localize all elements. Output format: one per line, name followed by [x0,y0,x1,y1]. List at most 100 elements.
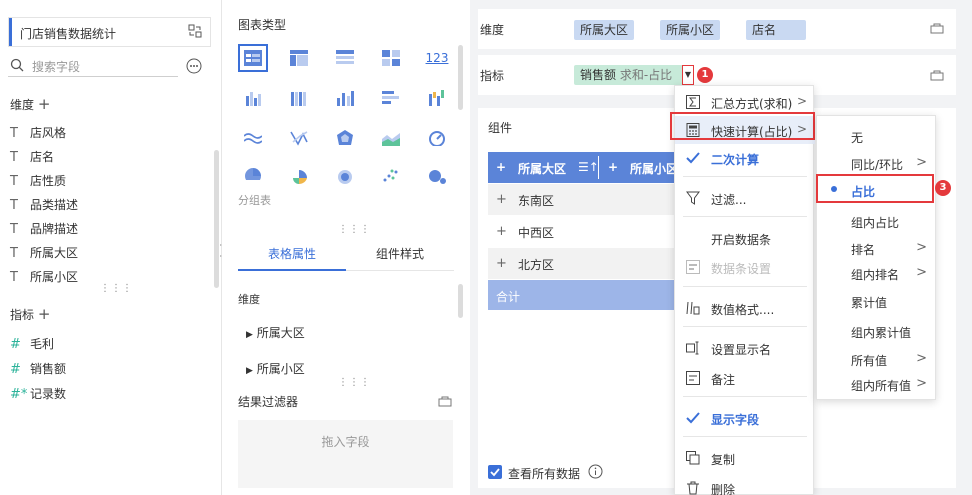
menu-item-delete[interactable]: 删除 [675,474,815,495]
field-item[interactable]: T 品牌描述 [10,219,78,239]
rename-icon [685,340,701,356]
view-all-data-label: 查看所有数据 [508,467,581,481]
checkbox-checked-icon[interactable] [488,465,502,479]
resize-handle[interactable]: ⋮⋮⋮ [338,377,371,388]
add-measure-icon[interactable]: + [38,305,51,323]
bubble-chart-icon[interactable] [422,162,452,190]
field-item[interactable]: T 所属小区 [10,267,78,287]
table-chart-icon[interactable] [238,44,268,72]
line-chart-icon[interactable] [238,124,268,152]
sort-icon[interactable]: ☰↑ [578,160,599,174]
dim-tree-item[interactable]: ▶ 所属小区 [246,360,305,377]
menu-item-secondary-calc[interactable]: 二次计算 [675,144,815,172]
field-scrollbar[interactable] [214,150,219,288]
submenu-item-none[interactable]: 无 [817,122,937,150]
scatter-chart-icon[interactable] [376,162,406,190]
submenu-item-group-percentage[interactable]: 组内占比 [817,207,937,235]
area-chart-icon[interactable] [376,124,406,152]
measure-pill[interactable]: 销售额 求和-占比 [574,65,694,85]
text-type-icon: T [10,270,18,285]
submenu-item-all-values[interactable]: 所有值 > [817,345,937,373]
dimension-pill[interactable]: 所属小区 [660,20,721,40]
resize-handle[interactable]: ⋮⋮⋮ [338,224,371,235]
field-item[interactable]: T 品类描述 [10,195,78,215]
expand-icon[interactable]: + [496,224,507,239]
field-item[interactable]: T 店性质 [10,171,66,191]
resize-handle[interactable]: ⋮⋮⋮ [100,283,133,294]
switch-dataset-icon[interactable] [188,24,202,38]
chevron-right-icon: > [796,94,807,108]
waterfall-chart-icon[interactable] [422,84,452,112]
hash-star-icon: #* [10,387,28,402]
add-dimension-icon[interactable]: + [38,95,51,113]
expand-icon[interactable]: + [496,192,507,207]
menu-item-number-format[interactable]: 数值格式.... [675,294,815,322]
pie-chart-icon[interactable] [238,162,268,190]
menu-item-remark[interactable]: 备注 [675,364,815,392]
sunburst-chart-icon[interactable] [330,162,360,190]
field-item[interactable]: # 销售额 [10,359,66,379]
kpi-card-icon[interactable] [376,44,406,72]
menu-divider [683,396,807,397]
table-row: + 东南区 [488,184,686,215]
radar-line-icon[interactable] [284,124,314,152]
property-tabs: 表格属性 组件样式 [238,237,454,271]
grouped-bar-icon[interactable] [238,84,268,112]
menu-item-show-field[interactable]: 显示字段 [675,404,815,432]
dimension-section-label: 维度 + [10,95,51,113]
submenu-item-yoy-mom[interactable]: 同比/环比 > [817,149,937,177]
field-item[interactable]: T 所属大区 [10,243,78,263]
table-header: + 所属大区 ☰↑ + 所属小区 [488,152,686,183]
column-chart-icon[interactable] [330,84,360,112]
dimension-pill[interactable]: 所属大区 [574,20,635,40]
tab-component-style[interactable]: 组件样式 [376,245,424,262]
gauge-chart-icon[interactable] [422,124,452,152]
detail-table-icon[interactable] [330,44,360,72]
menu-item-enable-databar[interactable]: 开启数据条 [675,224,815,252]
radar-chart-icon[interactable] [330,124,360,152]
dimension-row-label: 维度 [480,23,505,37]
dataset-selector[interactable]: 门店销售数据统计 [8,17,211,47]
table-row: + 北方区 [488,248,686,279]
table-header-cell[interactable]: 所属小区 [630,160,678,177]
text-type-icon: T [10,150,18,165]
cross-table-icon[interactable] [284,44,314,72]
filter-drop-zone[interactable]: 拖入字段 [238,420,453,488]
text-type-icon: T [10,174,18,189]
submenu-item-cumulative[interactable]: 累计值 [817,287,937,315]
expand-icon[interactable]: + [496,160,506,174]
stacked-bar-icon[interactable] [284,84,314,112]
lock-box-icon[interactable] [930,22,944,34]
field-item[interactable]: # 毛利 [10,334,54,354]
menu-item-display-name[interactable]: 设置显示名 [675,334,815,362]
submenu-item-group-all-values[interactable]: 组内所有值 > [817,370,937,398]
menu-item-databar-settings[interactable]: 数据条设置 [675,253,815,281]
dimension-pill[interactable]: 店名 [746,20,806,40]
rose-chart-icon[interactable] [284,162,314,190]
more-options-icon[interactable] [186,58,202,77]
measure-dropdown-icon[interactable]: ▼ [682,65,694,85]
expand-icon[interactable]: + [608,160,618,174]
field-item[interactable]: T 店风格 [10,123,66,143]
property-scrollbar[interactable] [458,284,463,318]
info-icon[interactable] [588,464,603,479]
menu-item-filter[interactable]: 过滤... [675,184,815,212]
number-chart-icon[interactable]: 123 [422,44,452,72]
table-header-cell[interactable]: 所属大区 [518,160,566,177]
chart-type-scrollbar[interactable] [458,45,463,110]
submenu-item-rank[interactable]: 排名 > [817,234,937,262]
lock-box-icon[interactable] [438,395,452,407]
menu-item-copy[interactable]: 复制 [675,444,815,472]
lock-box-icon[interactable] [930,69,944,81]
chevron-right-icon: > [916,351,927,366]
field-item[interactable]: #* 记录数 [10,384,66,404]
horizontal-bar-icon[interactable] [376,84,406,112]
expand-icon[interactable]: + [496,256,507,271]
dataset-title: 门店销售数据统计 [20,27,117,41]
field-item[interactable]: T 店名 [10,147,54,167]
dim-tree-item[interactable]: ▶ 所属大区 [246,324,305,341]
field-search-input[interactable]: 搜索字段 [8,55,178,77]
submenu-item-group-rank[interactable]: 组内排名 > [817,259,937,287]
submenu-item-group-cumulative[interactable]: 组内累计值 [817,317,937,345]
tab-table-properties[interactable]: 表格属性 [268,245,316,262]
